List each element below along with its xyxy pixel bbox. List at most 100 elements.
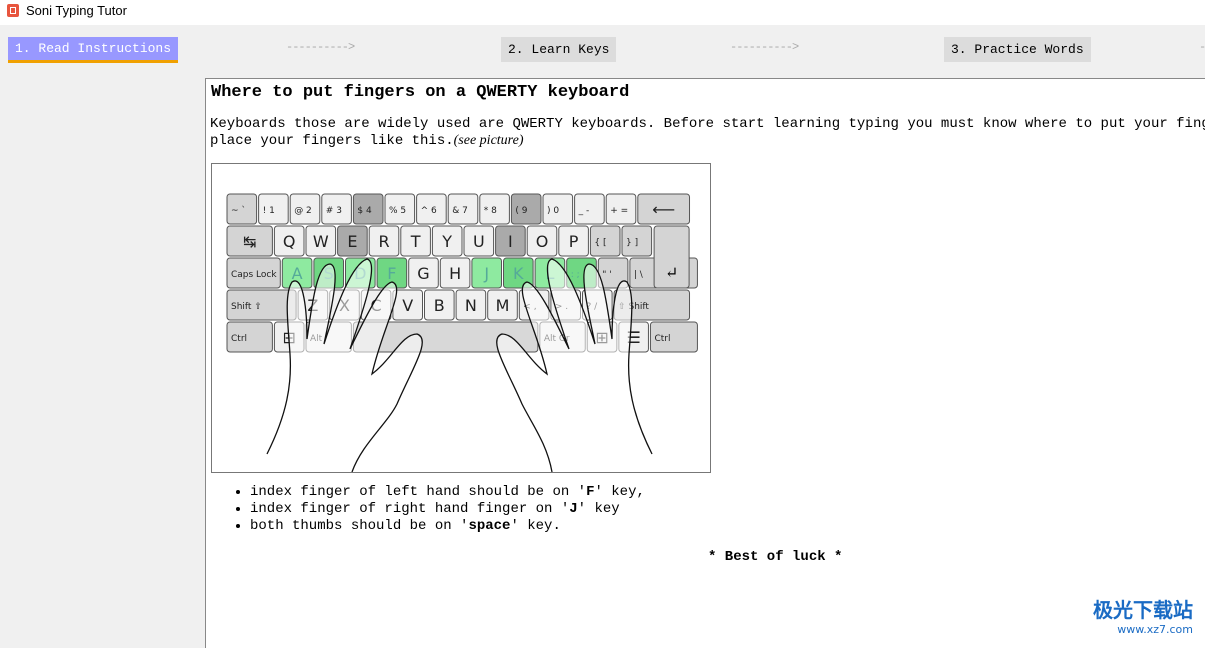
keyboard-key: } ]	[621, 225, 653, 257]
svg-text:E: E	[347, 232, 357, 251]
svg-text:Y: Y	[441, 232, 452, 251]
svg-text:# 3: # 3	[326, 206, 342, 216]
list-item: both thumbs should be on 'space' key.	[250, 518, 645, 535]
svg-text:+ =: + =	[610, 206, 628, 216]
keyboard-key: M	[487, 289, 518, 321]
svg-text:U: U	[473, 232, 485, 251]
svg-text:M: M	[496, 296, 510, 315]
keyboard-key: Q	[273, 225, 305, 257]
keyboard-key: * 8	[479, 193, 510, 225]
intro-text-2: place your fingers like this.(see pictur…	[210, 133, 524, 149]
svg-text:& 7: & 7	[452, 206, 468, 216]
svg-text:@ 2: @ 2	[294, 206, 312, 216]
svg-text:~ `: ~ `	[231, 205, 246, 216]
title-bar: Soni Typing Tutor	[0, 0, 1205, 25]
instructions-panel: Where to put fingers on a QWERTY keyboar…	[205, 78, 1205, 648]
svg-text:A: A	[292, 264, 303, 283]
step-arrow: -	[1199, 40, 1205, 54]
page-title: Where to put fingers on a QWERTY keyboar…	[211, 83, 630, 102]
step-learn-keys[interactable]: 2. Learn Keys	[501, 37, 617, 62]
svg-text:( 9: ( 9	[515, 206, 527, 216]
keyboard-key: Y	[431, 225, 463, 257]
svg-text:Shift ⇧: Shift ⇧	[231, 302, 262, 312]
keyboard-key: $ 4	[352, 193, 384, 225]
step-arrow: ---------->	[730, 40, 799, 54]
svg-text:% 5: % 5	[389, 206, 406, 216]
step-practice-words[interactable]: 3. Practice Words	[944, 37, 1091, 62]
keyboard-key: ( 9	[510, 193, 542, 225]
keyboard-key: ⟵	[637, 193, 691, 225]
step-arrow: ---------->	[286, 40, 355, 54]
keyboard-key: _ -	[574, 193, 605, 225]
keyboard-key: Caps Lock	[226, 257, 281, 289]
svg-text:G: G	[417, 264, 429, 283]
keyboard-key: @ 2	[289, 193, 321, 225]
svg-text:H: H	[449, 264, 461, 283]
svg-text:B: B	[434, 296, 445, 315]
svg-text:Ctrl: Ctrl	[654, 334, 670, 344]
svg-text:R: R	[378, 232, 389, 251]
svg-text:! 1: ! 1	[263, 206, 275, 216]
keyboard-fingers-picture: ~ ` ! 1 @ 2 # 3 $ 4 % 5 ^ 6 & 7 * 8 ( 9 ) 0 _ - + = ⟵…	[211, 163, 711, 473]
keyboard-key: ! 1	[258, 193, 289, 225]
keyboard-key: ~ `	[226, 193, 258, 225]
svg-text:⟵: ⟵	[652, 200, 675, 219]
svg-text:| \: | \	[634, 270, 644, 280]
svg-text:* 8: * 8	[484, 206, 497, 216]
svg-text:: ;: : ;	[571, 270, 580, 280]
svg-text:Ctrl: Ctrl	[231, 334, 247, 344]
svg-text:_ -: _ -	[578, 206, 590, 216]
keyboard-key: ↹	[226, 225, 273, 257]
svg-text:O: O	[536, 232, 549, 251]
app-icon	[7, 4, 19, 17]
svg-text:I: I	[508, 232, 513, 251]
svg-text:" ': " '	[602, 270, 611, 280]
svg-text:W: W	[313, 232, 329, 251]
svg-text:J: J	[483, 264, 489, 283]
svg-text:K: K	[513, 264, 524, 283]
keyboard-key: Ctrl	[649, 321, 698, 353]
finger-tips-list: index finger of left hand should be on '…	[236, 484, 645, 535]
keyboard-key: Ctrl	[226, 321, 273, 353]
keyboard-key: % 5	[384, 193, 416, 225]
keyboard-key: T	[400, 225, 431, 257]
keyboard-key: W	[305, 225, 337, 257]
svg-text:Caps Lock: Caps Lock	[231, 270, 277, 280]
keyboard-key: & 7	[447, 193, 479, 225]
svg-text:Q: Q	[283, 232, 296, 251]
keyboard-key: ^ 6	[416, 193, 447, 225]
keyboard-key: E	[337, 225, 368, 257]
svg-text:↹: ↹	[243, 232, 256, 251]
keyboard-key: B	[424, 289, 455, 321]
svg-text:^ 6: ^ 6	[421, 206, 437, 216]
svg-text:V: V	[402, 296, 413, 315]
keyboard-key: # 3	[321, 193, 352, 225]
list-item: index finger of left hand should be on '…	[250, 484, 645, 501]
keyboard-key: { [	[589, 225, 621, 257]
keyboard-key: O	[526, 225, 558, 257]
svg-text:P: P	[569, 232, 579, 251]
keyboard-key: Shift ⇧	[226, 289, 297, 321]
svg-text:) 0: ) 0	[547, 206, 559, 216]
intro-text: Keyboards those are widely used are QWER…	[210, 116, 1205, 132]
keyboard-key: U	[463, 225, 495, 257]
keyboard-key: I	[495, 225, 526, 257]
keyboard-key: V	[392, 289, 423, 321]
watermark-logo: 极光下载站 www.xz7.com	[1093, 598, 1193, 636]
keyboard-key: H	[439, 257, 471, 289]
keyboard-key: N	[455, 289, 487, 321]
keyboard-illustration: ~ ` ! 1 @ 2 # 3 $ 4 % 5 ^ 6 & 7 * 8 ( 9 ) 0 _ - + = ⟵…	[226, 193, 698, 473]
svg-text:$ 4: $ 4	[357, 206, 372, 216]
list-item: index finger of right hand finger on 'J'…	[250, 501, 645, 518]
window-title: Soni Typing Tutor	[26, 3, 127, 18]
keyboard-key: G	[408, 257, 439, 289]
svg-text:F: F	[387, 264, 396, 283]
keyboard-key: ) 0	[542, 193, 574, 225]
svg-text:{ [: { [	[594, 238, 606, 248]
svg-text:} ]: } ]	[626, 238, 638, 248]
keyboard-key: + =	[605, 193, 637, 225]
svg-text:N: N	[465, 296, 477, 315]
closing-text: * Best of luck *	[708, 549, 843, 565]
step-read-instructions[interactable]: 1. Read Instructions	[8, 37, 179, 63]
enter-key-label: ↵	[665, 265, 678, 282]
